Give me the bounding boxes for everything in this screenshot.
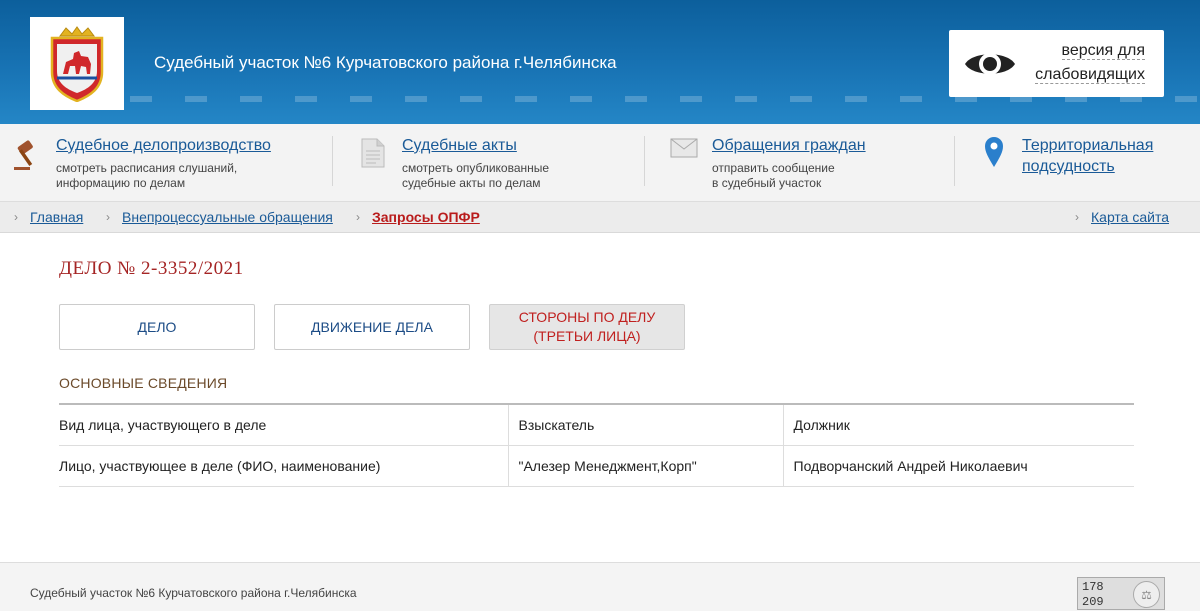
accessibility-version-button[interactable]: версия для слабовидящих: [949, 30, 1164, 97]
site-header: Судебный участок №6 Курчатовского района…: [0, 0, 1200, 124]
scales-icon: ⚖: [1133, 581, 1160, 608]
tab-case[interactable]: ДЕЛО: [59, 304, 255, 350]
table-cell: Лицо, участвующее в деле (ФИО, наименова…: [59, 445, 508, 487]
breadcrumb-non-procedural-appeals[interactable]: Внепроцессуальные обращения: [122, 209, 333, 225]
section-title: ОСНОВНЫЕ СВЕДЕНИЯ: [59, 375, 228, 391]
visit-counter[interactable]: 178 209 ⚖: [1077, 577, 1165, 610]
counter-value-top: 178: [1082, 580, 1104, 594]
coat-of-arms-icon: [50, 25, 104, 102]
table-cell: Взыскатель: [507, 403, 783, 446]
chevron-right-icon: ›: [14, 210, 18, 224]
nav-desc-citizen-appeals-2: в судебный участок: [712, 176, 822, 190]
nav-item-territorial-jurisdiction: Территориальная подсудность: [956, 124, 1200, 202]
gavel-icon: [14, 140, 33, 170]
nav-desc-citizen-appeals-1: отправить сообщение: [712, 161, 835, 175]
sitemap-link[interactable]: Карта сайта: [1091, 209, 1169, 225]
chevron-right-icon: ›: [356, 210, 360, 224]
site-title: Судебный участок №6 Курчатовского района…: [154, 53, 617, 72]
nav-desc-court-proceedings-1: смотреть расписания слушаний,: [56, 161, 238, 175]
vision-label-line2: слабовидящих: [1035, 66, 1145, 84]
nav-link-court-proceedings[interactable]: Судебное делопроизводство: [56, 137, 271, 155]
accessibility-version-label[interactable]: версия для слабовидящих: [1027, 39, 1145, 87]
tab-parties-label-line1: СТОРОНЫ ПО ДЕЛУ: [518, 309, 656, 325]
nav-divider: [644, 136, 645, 186]
tab-case-movement-label: ДВИЖЕНИЕ ДЕЛА: [311, 318, 433, 335]
envelope-icon: [670, 138, 698, 158]
footer-text: Судебный участок №6 Курчатовского района…: [30, 586, 357, 600]
table-row: Лицо, участвующее в деле (ФИО, наименова…: [59, 445, 1134, 487]
nav-divider: [332, 136, 333, 186]
tab-case-label: ДЕЛО: [137, 318, 177, 335]
table-cell: Вид лица, участвующего в деле: [59, 403, 508, 446]
nav-link-territorial-jurisdiction-line2[interactable]: подсудность: [1022, 158, 1115, 176]
table-row: Вид лица, участвующего в деле Взыскатель…: [59, 403, 1134, 446]
nav-desc-court-proceedings-2: информацию по делам: [56, 176, 186, 190]
nav-item-court-acts: Судебные акты смотреть опубликованные су…: [334, 124, 644, 202]
breadcrumb-home[interactable]: Главная: [30, 209, 83, 225]
tab-parties[interactable]: СТОРОНЫ ПО ДЕЛУ (ТРЕТЬИ ЛИЦА): [489, 304, 685, 350]
tab-case-movement[interactable]: ДВИЖЕНИЕ ДЕЛА: [274, 304, 470, 350]
chevron-right-icon: ›: [106, 210, 110, 224]
nav-item-court-proceedings: Судебное делопроизводство смотреть распи…: [0, 124, 330, 202]
eye-icon: [965, 53, 1015, 75]
nav-link-territorial-jurisdiction-line1[interactable]: Территориальная: [1022, 137, 1153, 155]
counter-value-bottom: 209: [1082, 595, 1104, 609]
nav-desc-court-acts-1: смотреть опубликованные: [402, 161, 550, 175]
nav-desc-court-acts-2: судебные акты по делам: [402, 176, 541, 190]
map-pin-icon: [985, 137, 1003, 167]
site-footer: Судебный участок №6 Курчатовского района…: [0, 562, 1200, 611]
breadcrumb: › Главная › Внепроцессуальные обращения …: [0, 202, 1200, 233]
table-cell: "Алезер Менеджмент,Корп": [507, 445, 783, 487]
nav-link-citizen-appeals[interactable]: Обращения граждан: [712, 137, 866, 155]
table-cell: Должник: [782, 403, 1134, 446]
tab-parties-label: СТОРОНЫ ПО ДЕЛУ (ТРЕТЬИ ЛИЦА): [519, 308, 656, 346]
table-cell: Подворчанский Андрей Николаевич: [782, 445, 1134, 487]
parties-table: Вид лица, участвующего в деле Взыскатель…: [59, 403, 1134, 487]
case-title: ДЕЛО № 2-3352/2021: [59, 258, 244, 279]
quick-nav-panel: Судебное делопроизводство смотреть распи…: [0, 124, 1200, 202]
nav-item-citizen-appeals: Обращения граждан отправить сообщение в …: [646, 124, 954, 202]
breadcrumb-current-opfr-requests[interactable]: Запросы ОПФР: [372, 209, 480, 225]
region-emblem-logo[interactable]: [30, 17, 124, 110]
vision-label-line1: версия для: [1061, 42, 1145, 60]
nav-divider: [954, 136, 955, 186]
tab-parties-label-line2: (ТРЕТЬИ ЛИЦА): [533, 328, 641, 344]
document-icon: [361, 138, 385, 168]
nav-link-court-acts[interactable]: Судебные акты: [402, 137, 517, 155]
chevron-right-icon: ›: [1075, 210, 1079, 224]
